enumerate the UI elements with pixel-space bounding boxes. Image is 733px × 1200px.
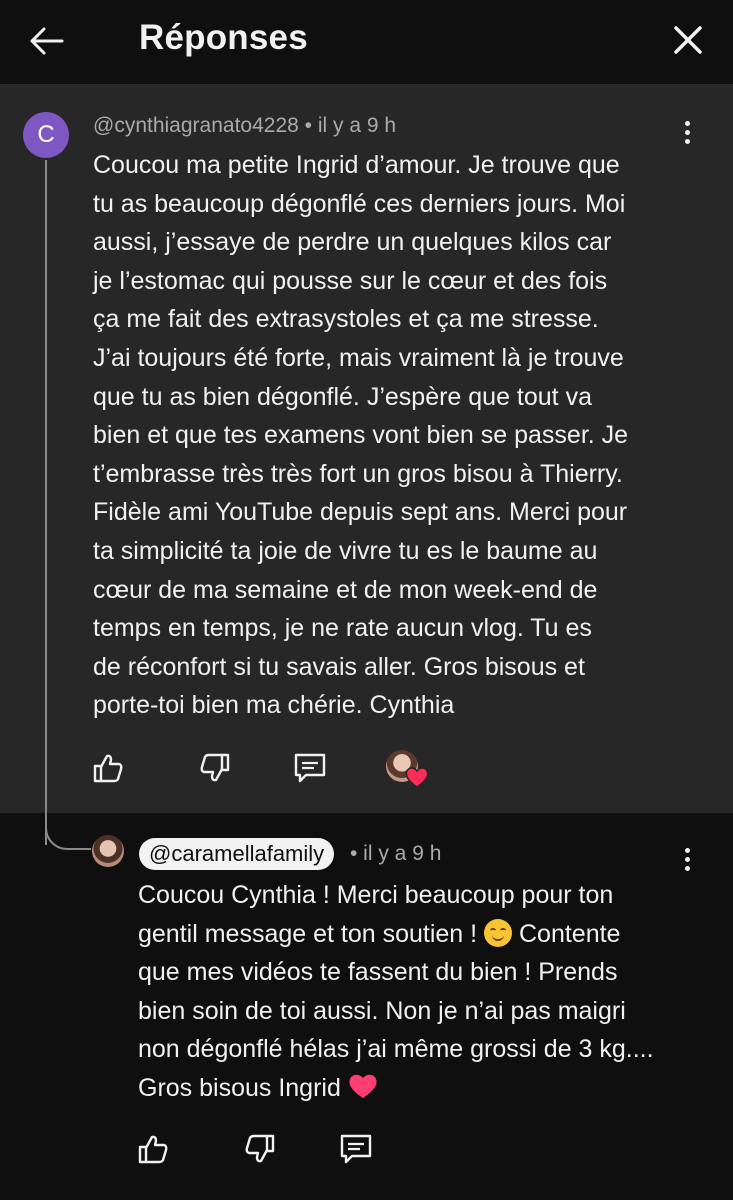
creator-handle-badge[interactable]: @caramellafamily — [139, 838, 335, 870]
page-title: Réponses — [139, 18, 308, 57]
comment-line: cœur de ma semaine et de mon week-end de — [93, 575, 598, 604]
comment-line: que tu as bien dégonflé. J’espère que to… — [93, 382, 592, 411]
comment-line: temps en temps, je ne rate aucun vlog. T… — [93, 614, 592, 643]
creator-heart-icon — [386, 750, 430, 790]
thumbs-down-icon[interactable] — [197, 750, 233, 786]
comment-line: Fidèle ami YouTube depuis sept ans. Merc… — [93, 498, 628, 527]
reply-line: Coucou Cynthia ! Merci beaucoup pour ton — [138, 881, 614, 909]
heart-icon — [405, 767, 429, 788]
reply-icon[interactable] — [338, 1131, 374, 1167]
top-bar: Réponses — [0, 0, 733, 85]
heart-emoji-icon — [349, 1074, 377, 1098]
comment-line: ta simplicité ta joie de vivre tu es le … — [93, 536, 598, 565]
comment-line: porte-toi bien ma chérie. Cynthia — [93, 691, 455, 720]
comment-line: J’ai toujours été forte, mais vraiment l… — [93, 343, 624, 372]
thread-connector — [45, 160, 47, 845]
comment-line: je l’estomac qui pousse sur le cœur et d… — [93, 266, 608, 295]
smiling-face-emoji-icon — [484, 918, 513, 947]
commenter-avatar[interactable]: C — [23, 112, 69, 158]
comment-line: t’embrasse très très fort un gros bisou … — [93, 459, 623, 488]
comment-line: aussi, j’essaye de perdre un quelques ki… — [93, 228, 612, 257]
reply-line: que mes vidéos te fassent du bien ! Pren… — [138, 958, 618, 987]
comment-line: de réconfort si tu savais aller. Gros bi… — [93, 652, 585, 681]
close-icon[interactable] — [668, 20, 708, 60]
reply-time: • il y a 9 h — [350, 842, 442, 865]
comment-line: ça me fait des extrasystoles et ça me st… — [93, 305, 599, 334]
comment-header: @cynthiagranato4228 • il y a 9 h — [93, 114, 396, 138]
reply-line: bien soin de toi aussi. Non je n’ai pas … — [138, 996, 626, 1025]
reply-line: non dégonflé hélas j’ai même grossi de 3… — [138, 1035, 654, 1064]
reply-icon[interactable] — [292, 750, 328, 786]
thumbs-up-icon[interactable] — [135, 1131, 171, 1167]
reply-avatar[interactable] — [92, 835, 124, 867]
more-options-icon[interactable] — [682, 848, 692, 878]
reply-text: Coucou Cynthia ! Merci beaucoup pour ton… — [138, 876, 698, 1108]
commenter-handle[interactable]: @cynthiagranato4228 — [93, 114, 299, 137]
comment-line: tu as beaucoup dégonflé ces derniers jou… — [93, 189, 626, 218]
comment-text: Coucou ma petite Ingrid d’amour. Je trou… — [93, 146, 683, 725]
comment-line: Coucou ma petite Ingrid d’amour. Je trou… — [93, 151, 620, 179]
thread-connector-curve — [45, 812, 91, 850]
comment-line: bien et que tes examens vont bien se pas… — [93, 421, 629, 450]
thumbs-up-icon[interactable] — [90, 750, 126, 786]
more-options-icon[interactable] — [682, 121, 692, 151]
comment-time: • il y a 9 h — [304, 114, 397, 137]
arrow-left-icon[interactable] — [26, 20, 68, 62]
thumbs-down-icon[interactable] — [242, 1131, 278, 1167]
reply-line: gentil message et ton soutien ! Contente — [138, 918, 621, 948]
reply-line: Gros bisous Ingrid — [138, 1069, 698, 1108]
